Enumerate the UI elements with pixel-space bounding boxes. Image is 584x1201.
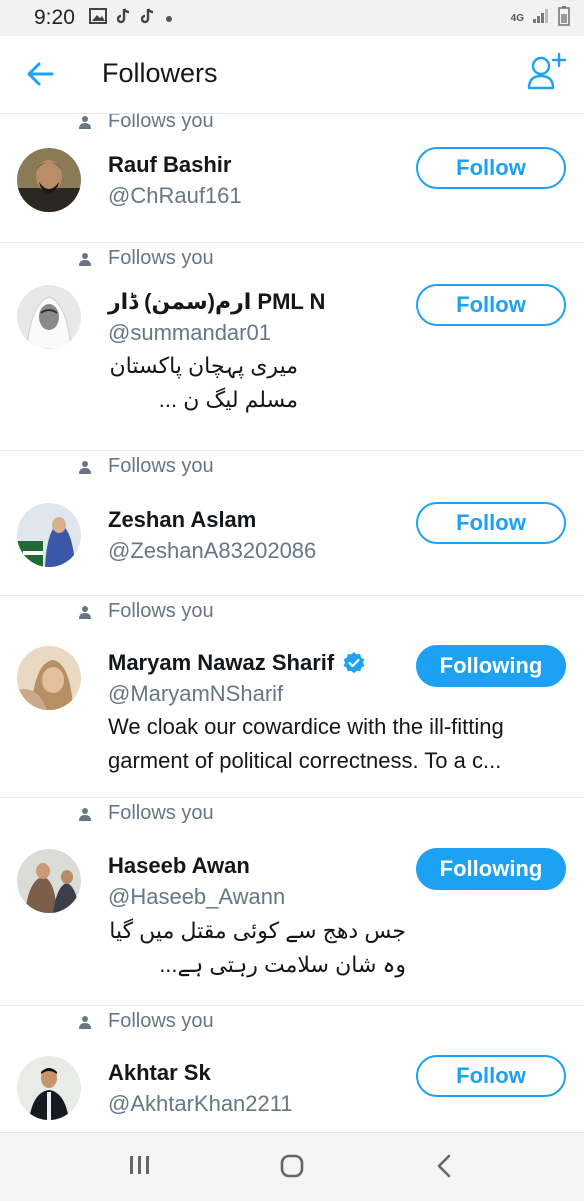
follow-button[interactable]: Follow xyxy=(416,147,566,189)
list-item[interactable]: Follows you Akhtar Sk @AkhtarKhan2211 Fo… xyxy=(0,1006,584,1132)
bio-line: جس دھج سے کوئی مقتل میں گیا xyxy=(109,918,406,943)
follower-bio: We cloak our cowardice with the ill-fitt… xyxy=(108,710,504,778)
follower-name[interactable]: Maryam Nawaz Sharif xyxy=(108,650,366,676)
following-button[interactable]: Following xyxy=(416,645,566,687)
follow-button[interactable]: Follow xyxy=(416,502,566,544)
list-item[interactable]: Follows you ارم(سمن) ڈار PML N @summanda… xyxy=(0,243,584,451)
avatar[interactable] xyxy=(17,1056,81,1120)
home-icon[interactable] xyxy=(279,1153,305,1184)
avatar[interactable] xyxy=(17,148,81,212)
follower-name[interactable]: Rauf Bashir xyxy=(108,152,231,178)
bio-line: مسلم لیگ ن ... xyxy=(158,387,298,412)
follower-bio: جس دھج سے کوئی مقتل میں گیا وہ شان سلامت… xyxy=(108,914,406,982)
follows-you-indicator: Follows you xyxy=(78,802,214,825)
bio-line: وہ شان سلامت رہتی ہے... xyxy=(159,952,406,977)
follows-you-label: Follows you xyxy=(108,455,214,477)
follows-you-label: Follows you xyxy=(108,600,214,622)
follows-you-label: Follows you xyxy=(108,1010,214,1032)
avatar[interactable] xyxy=(17,503,81,567)
status-bar: 9:20 4G xyxy=(0,0,584,36)
follower-name[interactable]: ارم(سمن) ڈار PML N xyxy=(108,289,325,315)
follows-you-label: Follows you xyxy=(108,802,214,824)
signal-icon xyxy=(532,8,550,29)
verified-badge-icon xyxy=(343,652,365,674)
following-button[interactable]: Following xyxy=(416,848,566,890)
person-icon xyxy=(79,115,91,129)
follows-you-indicator: Follows you xyxy=(78,600,214,623)
avatar[interactable] xyxy=(17,849,81,913)
follows-you-indicator: Follows you xyxy=(78,114,214,133)
status-time: 9:20 xyxy=(34,6,75,29)
person-icon xyxy=(79,252,91,266)
battery-icon xyxy=(558,5,570,31)
bio-line: میری پہچان پاکستان xyxy=(109,353,298,378)
app-header: Followers xyxy=(0,36,584,114)
list-item[interactable]: Follows you Maryam Nawaz Sharif @MaryamN… xyxy=(0,596,584,798)
follower-name[interactable]: Zeshan Aslam xyxy=(108,507,256,533)
person-icon xyxy=(79,1015,91,1029)
follower-handle: @Haseeb_Awann xyxy=(108,884,286,909)
tiktok-icon xyxy=(116,8,131,28)
avatar[interactable] xyxy=(17,646,81,710)
follower-handle: @ZeshanA83202086 xyxy=(108,538,317,563)
follower-handle: @AkhtarKhan2211 xyxy=(108,1091,293,1116)
follower-handle: @ChRauf161 xyxy=(108,183,242,208)
system-nav-bar xyxy=(0,1132,584,1201)
follows-you-indicator: Follows you xyxy=(78,247,214,270)
add-user-icon[interactable] xyxy=(526,50,568,94)
dot-icon xyxy=(165,10,173,27)
bio-line: We cloak our cowardice with the ill-fitt… xyxy=(108,714,504,739)
bio-line: garment of political correctness. To a c… xyxy=(108,748,502,773)
list-item[interactable]: Follows you Haseeb Awan @Haseeb_Awann جس… xyxy=(0,798,584,1006)
back-icon[interactable] xyxy=(434,1153,454,1184)
follows-you-indicator: Follows you xyxy=(78,455,214,478)
follower-handle: @MaryamNSharif xyxy=(108,681,284,706)
tiktok-icon xyxy=(140,8,155,28)
follow-button[interactable]: Follow xyxy=(416,284,566,326)
follower-name[interactable]: Haseeb Awan xyxy=(108,853,250,879)
follows-you-label: Follows you xyxy=(108,247,214,269)
gallery-icon xyxy=(88,8,107,28)
list-item[interactable]: Follows you Rauf Bashir @ChRauf161 Follo… xyxy=(0,114,584,243)
avatar[interactable] xyxy=(17,285,81,349)
follower-bio: میری پہچان پاکستان مسلم لیگ ن ... xyxy=(108,349,298,417)
network-type-label: 4G xyxy=(510,12,524,24)
person-icon xyxy=(79,460,91,474)
followers-list: Follows you Rauf Bashir @ChRauf161 Follo… xyxy=(0,114,584,1132)
follows-you-label: Follows you xyxy=(108,114,214,132)
follower-handle: @summandar01 xyxy=(108,320,271,345)
follows-you-indicator: Follows you xyxy=(78,1010,214,1033)
page-title: Followers xyxy=(102,58,218,88)
back-arrow-icon[interactable] xyxy=(22,56,58,92)
person-icon xyxy=(79,605,91,619)
follow-button[interactable]: Follow xyxy=(416,1055,566,1097)
list-item[interactable]: Follows you Zeshan Aslam @ZeshanA8320208… xyxy=(0,451,584,596)
recent-apps-icon[interactable] xyxy=(128,1153,152,1182)
person-icon xyxy=(79,807,91,821)
follower-name[interactable]: Akhtar Sk xyxy=(108,1060,211,1086)
